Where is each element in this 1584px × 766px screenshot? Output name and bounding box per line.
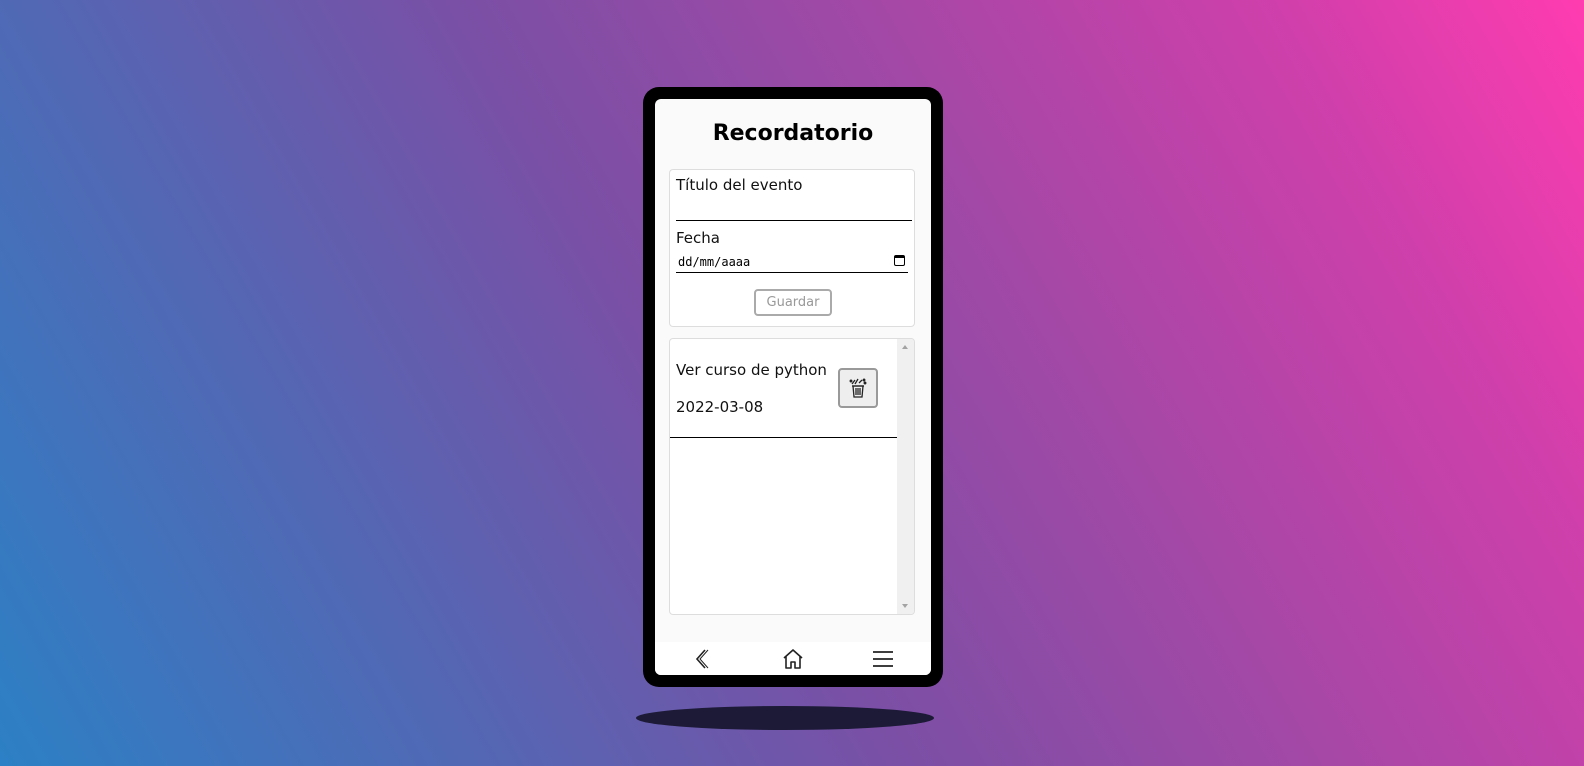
event-list[interactable]: Ver curso de python 2022-03-08: [669, 338, 915, 615]
event-form: Título del evento Fecha dd/mm/aaaa Guard…: [669, 169, 915, 327]
event-title-input[interactable]: [676, 198, 912, 221]
date-input[interactable]: dd/mm/aaaa: [676, 253, 908, 273]
date-placeholder: dd/mm/aaaa: [678, 255, 751, 269]
hamburger-menu-icon: [873, 651, 893, 667]
home-icon: [783, 649, 803, 669]
event-title-label: Título del evento: [676, 176, 803, 194]
delete-button[interactable]: [838, 368, 878, 408]
page-title: Recordatorio: [712, 121, 874, 146]
phone-shadow: [636, 706, 934, 730]
bottom-navigation: [655, 642, 931, 675]
date-label: Fecha: [676, 229, 720, 247]
event-item-date: 2022-03-08: [676, 398, 764, 416]
back-button[interactable]: [689, 646, 715, 672]
scroll-down-icon[interactable]: [902, 604, 908, 608]
phone-frame: Recordatorio Título del evento Fecha dd/…: [643, 87, 943, 687]
back-chevron-icon: [695, 649, 709, 669]
list-scrollbar[interactable]: [897, 339, 914, 614]
event-item-title: Ver curso de python: [676, 361, 827, 379]
save-button[interactable]: Guardar: [754, 289, 832, 316]
menu-button[interactable]: [870, 646, 896, 672]
calendar-icon[interactable]: [894, 255, 905, 266]
phone-screen: Recordatorio Título del evento Fecha dd/…: [655, 99, 931, 675]
home-button[interactable]: [780, 646, 806, 672]
trash-icon: [849, 378, 867, 398]
scroll-up-icon[interactable]: [902, 345, 908, 349]
list-item: Ver curso de python 2022-03-08: [670, 339, 897, 438]
